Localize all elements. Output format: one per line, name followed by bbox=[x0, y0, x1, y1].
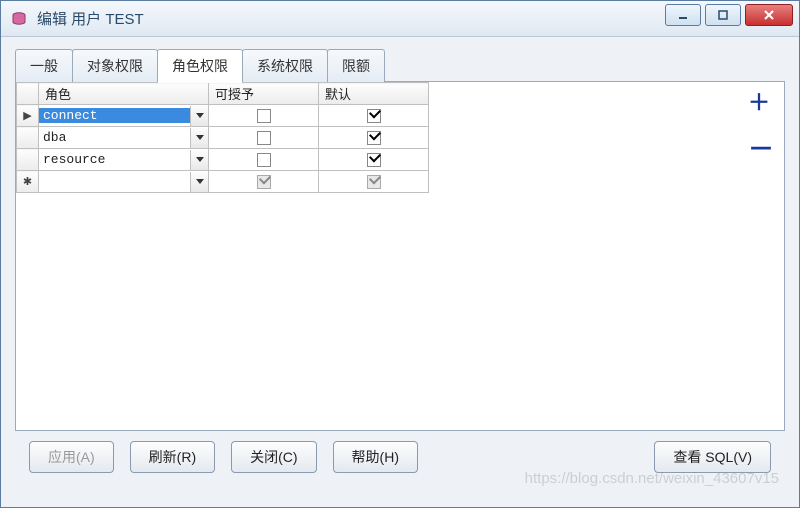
grantable-checkbox[interactable] bbox=[257, 131, 271, 145]
header-grantable[interactable]: 可授予 bbox=[209, 83, 319, 105]
window-controls bbox=[665, 4, 793, 26]
table-row[interactable]: dba bbox=[17, 127, 429, 149]
role-cell[interactable]: resource bbox=[39, 149, 209, 171]
refresh-button[interactable]: 刷新(R) bbox=[130, 441, 215, 473]
row-handle-icon: ▶ bbox=[17, 105, 39, 127]
tab-strip: 一般 对象权限 角色权限 系统权限 限额 bbox=[15, 49, 785, 82]
role-name[interactable]: dba bbox=[39, 130, 190, 145]
grantable-checkbox[interactable] bbox=[257, 153, 271, 167]
table-row[interactable]: resource bbox=[17, 149, 429, 171]
window-title: 编辑 用户 TEST bbox=[37, 8, 144, 29]
role-name[interactable]: resource bbox=[39, 152, 190, 167]
tab-role-privs[interactable]: 角色权限 bbox=[157, 49, 243, 83]
role-cell[interactable]: connect bbox=[39, 105, 209, 127]
default-checkbox[interactable] bbox=[367, 153, 381, 167]
table-header-row: 角色 可授予 默认 bbox=[17, 83, 429, 105]
grantable-checkbox bbox=[257, 175, 271, 189]
help-button[interactable]: 帮助(H) bbox=[333, 441, 418, 473]
role-name[interactable]: connect bbox=[39, 108, 190, 123]
role-dropdown-button[interactable] bbox=[190, 150, 208, 170]
roles-table: 角色 可授予 默认 ▶ connect bbox=[16, 82, 429, 193]
role-cell[interactable]: dba bbox=[39, 127, 209, 149]
dialog-content: 一般 对象权限 角色权限 系统权限 限额 角色 可授予 默认 ▶ bbox=[1, 37, 799, 485]
row-handle-icon bbox=[17, 149, 39, 171]
row-handle-icon bbox=[17, 127, 39, 149]
app-icon bbox=[9, 9, 29, 29]
tab-object-privs[interactable]: 对象权限 bbox=[72, 49, 158, 82]
header-handle bbox=[17, 83, 39, 105]
table-row-new[interactable]: ✱ bbox=[17, 171, 429, 193]
row-side-buttons: ＋ － bbox=[748, 92, 774, 162]
close-dialog-button[interactable]: 关闭(C) bbox=[231, 441, 316, 473]
header-default[interactable]: 默认 bbox=[319, 83, 429, 105]
tab-system-privs[interactable]: 系统权限 bbox=[242, 49, 328, 82]
header-role[interactable]: 角色 bbox=[39, 83, 209, 105]
add-row-button[interactable]: ＋ bbox=[748, 92, 774, 114]
minimize-button[interactable] bbox=[665, 4, 701, 26]
button-bar: 应用(A) 刷新(R) 关闭(C) 帮助(H) 查看 SQL(V) bbox=[15, 431, 785, 473]
tab-pane: 角色 可授予 默认 ▶ connect bbox=[15, 81, 785, 431]
grid-area: 角色 可授予 默认 ▶ connect bbox=[16, 82, 784, 193]
new-row-icon: ✱ bbox=[17, 171, 39, 193]
role-dropdown-button[interactable] bbox=[190, 106, 208, 126]
titlebar: 编辑 用户 TEST bbox=[1, 1, 799, 37]
grantable-checkbox[interactable] bbox=[257, 109, 271, 123]
tab-quotas[interactable]: 限额 bbox=[327, 49, 385, 82]
maximize-button[interactable] bbox=[705, 4, 741, 26]
table-row[interactable]: ▶ connect bbox=[17, 105, 429, 127]
remove-row-button[interactable]: － bbox=[748, 136, 774, 162]
role-dropdown-button[interactable] bbox=[190, 172, 208, 192]
view-sql-button[interactable]: 查看 SQL(V) bbox=[654, 441, 771, 473]
close-button[interactable] bbox=[745, 4, 793, 26]
apply-button: 应用(A) bbox=[29, 441, 114, 473]
role-dropdown-button[interactable] bbox=[190, 128, 208, 148]
dialog-window: 编辑 用户 TEST 一般 对象权限 角色权限 系统权限 限额 角色 可授予 默 bbox=[0, 0, 800, 508]
default-checkbox[interactable] bbox=[367, 131, 381, 145]
role-cell[interactable] bbox=[39, 171, 209, 193]
default-checkbox bbox=[367, 175, 381, 189]
default-checkbox[interactable] bbox=[367, 109, 381, 123]
tab-general[interactable]: 一般 bbox=[15, 49, 73, 82]
